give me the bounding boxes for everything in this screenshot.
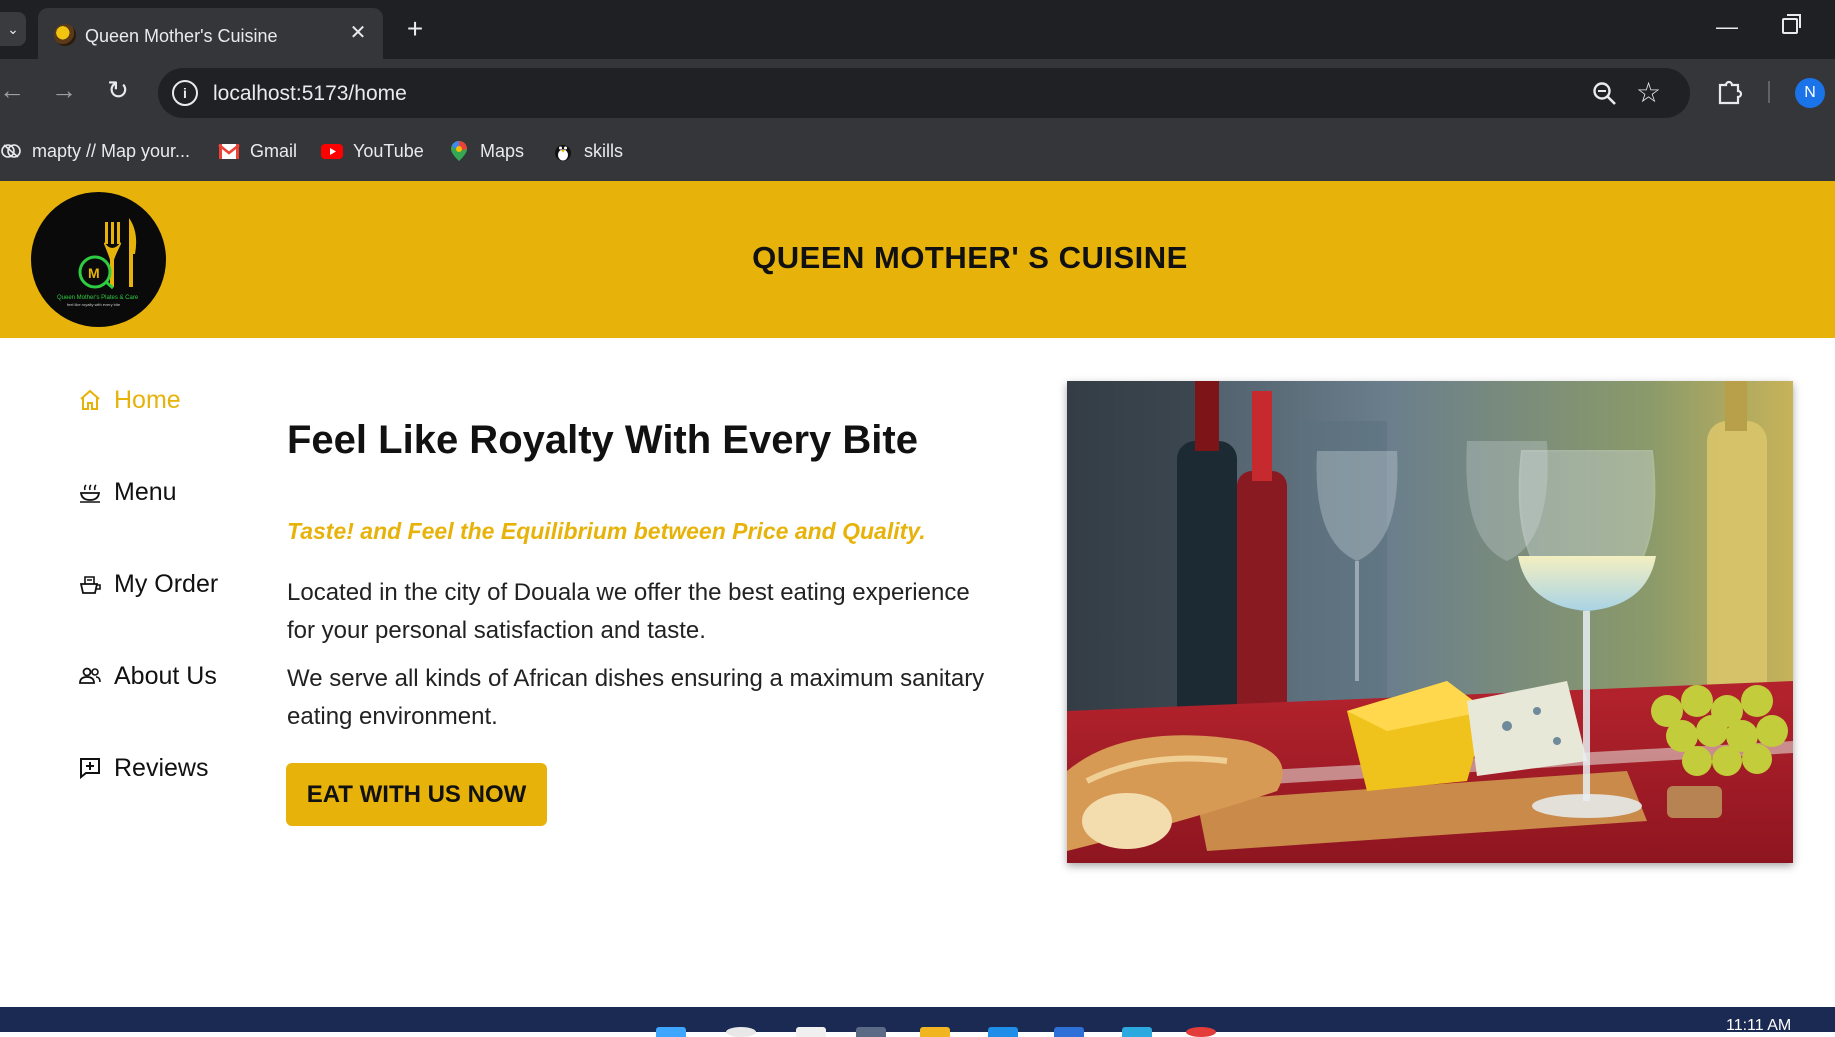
- bookmark-label: mapty // Map your...: [32, 140, 191, 161]
- home-icon: [80, 389, 100, 410]
- search-taskbar-icon[interactable]: [726, 1027, 756, 1037]
- logo-tagline: feel like royalty with every bite: [67, 302, 121, 307]
- bookmark-skills[interactable]: skills: [552, 138, 623, 164]
- os-taskbar: 11:11 AM: [0, 1007, 1835, 1037]
- logo-text: Queen Mother's Plates & Care: [57, 295, 139, 301]
- food-photo-illustration: [1067, 381, 1793, 863]
- bookmark-star-icon[interactable]: ☆: [1636, 76, 1661, 109]
- bookmark-label: Maps: [480, 140, 525, 161]
- file-explorer-icon[interactable]: [920, 1027, 950, 1037]
- hero-paragraph: Located in the city of Douala we offer t…: [287, 579, 970, 644]
- minimize-window-icon[interactable]: —: [1715, 16, 1739, 40]
- bookmarks-bar: mapty // Map your... Gmail YouTube Maps: [0, 122, 1835, 181]
- zoom-icon[interactable]: [1591, 80, 1619, 108]
- order-icon: [79, 576, 101, 594]
- nav-item-about-us[interactable]: About Us: [78, 660, 217, 692]
- nav-item-my-order[interactable]: My Order: [78, 568, 218, 600]
- nav-label: About Us: [114, 661, 217, 690]
- gmail-icon: [218, 143, 240, 159]
- food-icon: [79, 484, 101, 503]
- vscode-icon[interactable]: [1122, 1027, 1152, 1037]
- bookmark-label: skills: [584, 140, 623, 161]
- site-info-icon[interactable]: i: [172, 80, 198, 106]
- edge-browser-icon[interactable]: [988, 1027, 1018, 1037]
- bookmark-maps[interactable]: Maps: [448, 138, 524, 164]
- reload-icon[interactable]: ↻: [102, 75, 134, 107]
- task-view-icon[interactable]: [796, 1027, 826, 1037]
- browser-tab[interactable]: Queen Mother's Cuisine ✕: [38, 8, 383, 59]
- nav-label: Reviews: [114, 753, 209, 782]
- hero-image: [1067, 381, 1793, 863]
- youtube-icon: [321, 144, 343, 159]
- browser-tab-strip: ⌄ Queen Mother's Cuisine ✕ + —: [0, 0, 1835, 59]
- widgets-icon[interactable]: [856, 1027, 886, 1037]
- back-arrow-icon[interactable]: ←: [0, 75, 28, 107]
- address-bar[interactable]: i localhost:5173/home ☆: [158, 68, 1690, 118]
- site-header: M Queen Mother's Plates & Care feel like…: [0, 181, 1835, 338]
- nav-label: Home: [114, 385, 181, 414]
- hero-tagline: Taste! and Feel the Equilibrium between …: [287, 518, 926, 544]
- maps-icon: [451, 141, 467, 161]
- tab-title: Queen Mother's Cuisine: [85, 26, 278, 46]
- system-clock[interactable]: 11:11 AM: [1726, 1017, 1791, 1035]
- chrome-taskbar-icon[interactable]: [1186, 1027, 1216, 1037]
- review-icon: [80, 758, 100, 780]
- site-favicon-icon: [54, 24, 76, 46]
- skills-icon: [555, 145, 571, 161]
- users-icon: [79, 667, 101, 684]
- eat-with-us-button[interactable]: EAT WITH US NOW: [286, 763, 547, 826]
- nav-item-home[interactable]: Home: [78, 384, 181, 416]
- nav-item-reviews[interactable]: Reviews: [78, 752, 208, 784]
- nav-label: Menu: [114, 477, 177, 506]
- hero-paragraph: We serve all kinds of African dishes ens…: [287, 665, 985, 730]
- bookmark-youtube[interactable]: YouTube: [321, 138, 424, 164]
- bookmark-mapty[interactable]: mapty // Map your...: [0, 138, 190, 164]
- bookmark-gmail[interactable]: Gmail: [218, 138, 297, 164]
- page-content: M Queen Mother's Plates & Care feel like…: [0, 181, 1835, 1007]
- store-icon[interactable]: [1054, 1027, 1084, 1037]
- start-menu-icon[interactable]: [656, 1027, 686, 1037]
- tab-search-button[interactable]: ⌄: [0, 12, 26, 46]
- mapty-icon: [1, 144, 21, 158]
- close-tab-icon[interactable]: ✕: [347, 22, 369, 44]
- forward-arrow-icon[interactable]: →: [48, 75, 80, 107]
- site-title: QUEEN MOTHER' S CUISINE: [752, 240, 1188, 275]
- hero-section: Feel Like Royalty With Every Bite Taste!…: [287, 418, 1007, 730]
- bookmark-label: YouTube: [353, 140, 424, 161]
- toolbar-separator: [1768, 81, 1770, 103]
- extensions-puzzle-icon[interactable]: [1716, 77, 1744, 105]
- restore-window-icon[interactable]: [1782, 14, 1801, 34]
- url-text[interactable]: localhost:5173/home: [213, 82, 407, 106]
- hero-title: Feel Like Royalty With Every Bite: [287, 418, 918, 462]
- new-tab-button[interactable]: +: [400, 14, 430, 44]
- browser-toolbar: ← → ↻ i localhost:5173/home ☆ N: [0, 59, 1835, 122]
- profile-avatar[interactable]: N: [1795, 78, 1825, 108]
- nav-label: My Order: [114, 569, 219, 598]
- nav-item-menu[interactable]: Menu: [78, 476, 177, 508]
- bookmark-label: Gmail: [250, 140, 298, 161]
